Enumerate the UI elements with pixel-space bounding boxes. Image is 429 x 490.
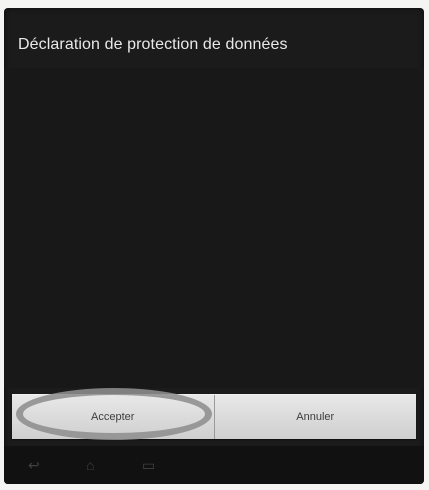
dialog-button-bar: Accepter Annuler: [12, 394, 416, 439]
dialog-title: Déclaration de protection de données: [18, 36, 288, 53]
back-icon[interactable]: ↩: [28, 458, 40, 472]
home-icon[interactable]: ⌂: [86, 458, 94, 472]
accept-button[interactable]: Accepter: [12, 395, 214, 439]
dialog-content-area: [4, 68, 424, 388]
recent-apps-icon[interactable]: ▭: [142, 458, 155, 472]
device-screen: Déclaration de protection de données Acc…: [4, 8, 424, 484]
cancel-button[interactable]: Annuler: [213, 395, 416, 439]
system-navigation-bar: ↩ ⌂ ▭: [4, 446, 424, 484]
